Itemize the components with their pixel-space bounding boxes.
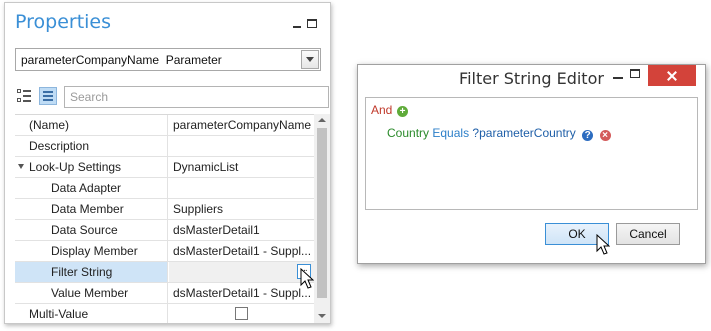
maximize-icon[interactable]	[630, 69, 640, 78]
search-field[interactable]	[64, 86, 329, 108]
alphabetical-view-icon[interactable]	[39, 87, 57, 105]
property-row-value-member[interactable]: Value Member dsMasterDetail1 - Suppl...	[15, 283, 314, 304]
categorized-view-icon[interactable]	[15, 87, 33, 105]
property-name: Data Adapter	[15, 178, 168, 198]
scroll-down-icon[interactable]	[318, 314, 326, 318]
help-icon[interactable]: ?	[582, 130, 594, 141]
property-row-display-member[interactable]: Display Member dsMasterDetail1 - Suppl..…	[15, 241, 314, 262]
property-row-multi-value[interactable]: Multi-Value	[15, 304, 314, 323]
property-name: Filter String	[15, 262, 168, 282]
search-input[interactable]	[65, 87, 328, 107]
maximize-icon[interactable]	[307, 19, 317, 28]
minimize-icon[interactable]	[613, 77, 623, 79]
property-row-name[interactable]: (Name) parameterCompanyName	[15, 115, 314, 136]
filter-condition: Country Equals ?parameterCountry ? ×	[387, 126, 611, 141]
ellipsis-button[interactable]: ...	[297, 264, 311, 279]
panel-title: Properties	[15, 11, 112, 33]
combo-value: parameterCompanyName Parameter	[21, 53, 222, 67]
group-operator[interactable]: And	[371, 103, 392, 117]
property-grid: (Name) parameterCompanyName Description …	[15, 114, 314, 323]
property-value[interactable]: dsMasterDetail1 - Suppl...	[169, 241, 314, 261]
property-name: Display Member	[15, 241, 168, 261]
property-row-description[interactable]: Description	[15, 136, 314, 157]
property-value[interactable]: dsMasterDetail1 - Suppl...	[169, 283, 314, 303]
property-value[interactable]: dsMasterDetail1	[169, 220, 314, 240]
property-row-lookup-settings[interactable]: Look-Up Settings DynamicList	[15, 157, 314, 178]
property-row-data-adapter[interactable]: Data Adapter	[15, 178, 314, 199]
condition-operator[interactable]: Equals	[432, 126, 469, 140]
filter-string-editor-dialog: Filter String Editor And + Country Equal…	[357, 64, 706, 264]
object-selector-combo[interactable]: parameterCompanyName Parameter	[15, 48, 321, 71]
property-name: Value Member	[15, 283, 168, 303]
property-row-filter-string[interactable]: Filter String ...	[15, 262, 314, 283]
minimize-icon[interactable]	[291, 19, 303, 29]
scroll-thumb[interactable]	[317, 128, 327, 298]
cancel-button[interactable]: Cancel	[616, 223, 680, 245]
multi-value-checkbox[interactable]	[235, 307, 248, 320]
property-row-data-source[interactable]: Data Source dsMasterDetail1	[15, 220, 314, 241]
filter-editor-area[interactable]: And + Country Equals ?parameterCountry ?…	[365, 97, 698, 210]
property-value[interactable]: parameterCompanyName	[169, 115, 314, 135]
scroll-up-icon[interactable]	[318, 118, 326, 122]
condition-value[interactable]: ?parameterCountry	[472, 126, 575, 140]
property-name: Look-Up Settings	[15, 157, 168, 177]
property-value[interactable]: DynamicList	[169, 157, 314, 177]
close-button[interactable]	[648, 65, 696, 86]
condition-field[interactable]: Country	[387, 126, 429, 140]
property-row-data-member[interactable]: Data Member Suppliers	[15, 199, 314, 220]
property-value[interactable]	[169, 262, 314, 282]
property-value[interactable]	[169, 136, 314, 156]
add-condition-icon[interactable]: +	[397, 106, 408, 117]
remove-condition-icon[interactable]: ×	[599, 130, 611, 141]
property-name: Data Source	[15, 220, 168, 240]
property-name: Data Member	[15, 199, 168, 219]
properties-panel: Properties parameterCompanyName Paramete…	[4, 2, 331, 324]
property-name: (Name)	[15, 115, 168, 135]
chevron-down-icon[interactable]	[301, 50, 319, 69]
property-value[interactable]: Suppliers	[169, 199, 314, 219]
property-name: Multi-Value	[15, 304, 168, 323]
property-name: Description	[15, 136, 168, 156]
property-value	[169, 304, 314, 323]
ok-button[interactable]: OK	[545, 223, 609, 245]
property-value[interactable]	[169, 178, 314, 198]
vertical-scrollbar[interactable]	[314, 114, 330, 323]
